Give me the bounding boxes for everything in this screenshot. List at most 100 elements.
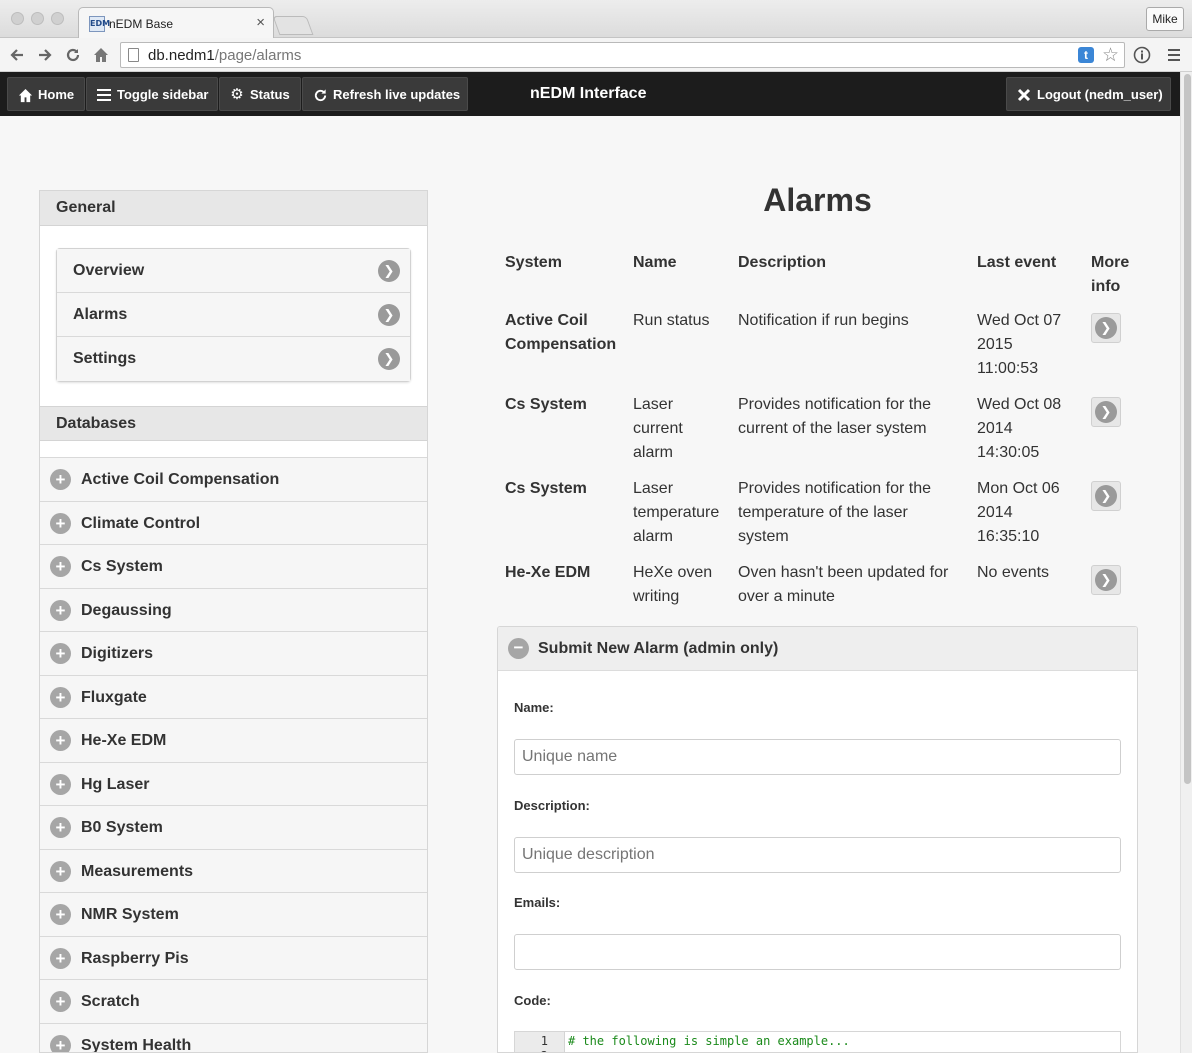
database-item[interactable]: + Raspberry Pis: [40, 936, 427, 980]
cell-more-info: ❯: [1083, 393, 1138, 477]
sidebar-item-settings[interactable]: Settings ❯: [57, 337, 410, 381]
cell-description: Provides notification for the current of…: [738, 396, 931, 437]
page-scrollbar[interactable]: [1180, 72, 1192, 1053]
cell-description: Oven hasn't been updated for over a minu…: [738, 564, 949, 605]
table-row: Cs System Laser current alarm Provides n…: [497, 393, 1138, 477]
toggle-sidebar-button[interactable]: Toggle sidebar: [86, 77, 218, 111]
emails-label: Emails:: [514, 895, 561, 910]
alarms-table: System Name Description Last event More …: [497, 244, 1138, 621]
database-label: System Health: [81, 1036, 192, 1053]
cell-last-event: No events: [977, 564, 1050, 581]
app-navbar: Home Toggle sidebar ⚙ Status Refresh liv…: [0, 72, 1180, 116]
database-item[interactable]: + He-Xe EDM: [40, 719, 427, 763]
info-icon[interactable]: [1130, 43, 1154, 67]
more-info-button[interactable]: ❯: [1091, 313, 1121, 343]
name-input[interactable]: [514, 739, 1121, 775]
more-info-button[interactable]: ❯: [1091, 565, 1121, 595]
emails-input[interactable]: [514, 934, 1121, 970]
line-number: 1: [540, 1034, 548, 1048]
database-item[interactable]: + Scratch: [40, 980, 427, 1024]
refresh-icon: [312, 78, 328, 112]
new-tab-button[interactable]: [272, 16, 314, 35]
plus-icon: +: [50, 904, 71, 925]
line-number-gutter: 1 2: [515, 1032, 565, 1052]
cell-more-info: ❯: [1083, 561, 1138, 621]
general-header: General: [40, 191, 427, 226]
menu-icon[interactable]: [1162, 43, 1186, 67]
database-item[interactable]: + B0 System: [40, 806, 427, 850]
table-header-row: System Name Description Last event More …: [497, 244, 1138, 309]
plus-icon: +: [50, 556, 71, 577]
star-icon[interactable]: ☆: [1102, 44, 1119, 67]
favicon-icon: EDM: [89, 16, 110, 32]
column-header-last-event: Last event: [977, 254, 1057, 271]
table-row: Cs System Laser temperature alarm Provid…: [497, 477, 1138, 561]
chevron-right-icon: ❯: [378, 348, 400, 370]
table-row: Active Coil Compensation Run status Noti…: [497, 309, 1138, 393]
description-input[interactable]: [514, 837, 1121, 873]
plus-icon: +: [50, 730, 71, 751]
more-info-button[interactable]: ❯: [1091, 481, 1121, 511]
database-item[interactable]: + Active Coil Compensation: [40, 458, 427, 502]
refresh-live-updates-button[interactable]: Refresh live updates: [302, 77, 468, 111]
tab-close-icon[interactable]: ×: [256, 14, 265, 31]
status-button[interactable]: ⚙ Status: [219, 77, 301, 111]
database-item[interactable]: + Fluxgate: [40, 675, 427, 719]
submit-alarm-toggle[interactable]: − Submit New Alarm (admin only): [498, 627, 1137, 671]
browser-tab[interactable]: EDM nEDM Base ×: [78, 7, 274, 38]
database-item[interactable]: + Hg Laser: [40, 762, 427, 806]
database-item[interactable]: + Cs System: [40, 545, 427, 589]
chevron-right-icon: ❯: [1095, 401, 1117, 423]
profile-button[interactable]: Mike: [1146, 7, 1184, 31]
cell-more-info: ❯: [1083, 309, 1138, 393]
code-line: # the following is simple an example...: [568, 1034, 850, 1048]
database-item[interactable]: + NMR System: [40, 893, 427, 937]
forward-button[interactable]: [33, 43, 57, 67]
column-header-name: Name: [633, 254, 677, 271]
sidebar: General Overview ❯ Alarms ❯ Settings ❯ D…: [39, 190, 428, 1053]
database-label: Cs System: [81, 558, 163, 575]
plus-icon: +: [50, 686, 71, 708]
home-nav-button[interactable]: Home: [7, 77, 85, 111]
code-editor[interactable]: 1 2 # the following is simple an example…: [514, 1031, 1121, 1052]
cell-system: Active Coil Compensation: [505, 312, 617, 353]
database-item[interactable]: + System Health: [40, 1023, 427, 1053]
logout-button[interactable]: Logout (nedm_user): [1006, 77, 1171, 111]
menu-icon: [96, 78, 112, 112]
close-icon: [1016, 78, 1032, 112]
window-zoom-button[interactable]: [51, 12, 64, 25]
plus-icon: +: [50, 991, 71, 1012]
code-label: Code:: [514, 993, 551, 1008]
back-button[interactable]: [5, 43, 29, 67]
url-text[interactable]: db.nedm1/page/alarms: [148, 47, 301, 64]
address-bar[interactable]: db.nedm1/page/alarms t ☆: [120, 42, 1125, 68]
chevron-right-icon: ❯: [1095, 485, 1117, 507]
scrollbar-thumb[interactable]: [1184, 74, 1191, 784]
database-label: Hg Laser: [81, 775, 150, 793]
more-info-button[interactable]: ❯: [1091, 397, 1121, 427]
column-header-system: System: [505, 254, 562, 271]
home-button[interactable]: [89, 43, 113, 67]
cell-last-event: Wed Oct 08 2014 14:30:05: [977, 396, 1062, 461]
database-item[interactable]: + Degaussing: [40, 588, 427, 632]
chevron-right-icon: ❯: [1095, 569, 1117, 591]
reload-button[interactable]: [61, 43, 85, 67]
extension-icon[interactable]: t: [1078, 47, 1094, 63]
database-label: NMR System: [81, 906, 179, 923]
database-label: Degaussing: [81, 601, 172, 619]
sidebar-item-overview[interactable]: Overview ❯: [57, 249, 410, 293]
database-item[interactable]: + Digitizers: [40, 632, 427, 676]
database-item[interactable]: + Measurements: [40, 849, 427, 893]
window-minimize-button[interactable]: [31, 12, 44, 25]
general-menu: Overview ❯ Alarms ❯ Settings ❯: [56, 248, 411, 382]
arrow-right-icon: [39, 49, 52, 61]
database-item[interactable]: + Climate Control: [40, 501, 427, 545]
home-icon: [17, 78, 33, 112]
cell-last-event: Mon Oct 06 2014 16:35:10: [977, 480, 1060, 545]
window-close-button[interactable]: [11, 12, 24, 25]
sidebar-item-alarms[interactable]: Alarms ❯: [57, 293, 410, 337]
column-header-description: Description: [738, 254, 827, 271]
cell-description: Notification if run begins: [738, 312, 909, 329]
reload-icon: [66, 48, 80, 62]
database-label: Active Coil Compensation: [81, 471, 280, 488]
